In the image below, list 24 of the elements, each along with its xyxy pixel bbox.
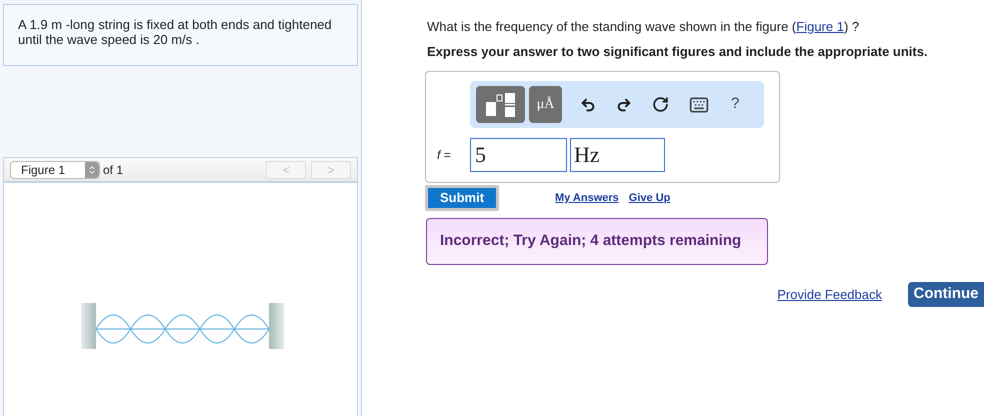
my-answers-link[interactable]: My Answers: [555, 190, 619, 206]
provide-feedback-link[interactable]: Provide Feedback: [777, 284, 882, 304]
question-text: What is the frequency of the standing wave shown in the figure (Figure 1) ?: [427, 18, 860, 36]
reset-icon[interactable]: [652, 96, 669, 113]
give-up-link[interactable]: Give Up: [628, 190, 670, 206]
problem-text: A 1.9 m -long string is fixed at both ends and tightened until the wave speed is 20 m/s .: [18, 17, 333, 47]
figure-select[interactable]: Figure 1: [10, 160, 100, 178]
answer-label: f =: [437, 147, 452, 164]
instruction-text: Express your answer to two significant figures and include the appropriate units.: [427, 43, 929, 61]
dropdown-icon: [87, 164, 97, 174]
redo-icon[interactable]: [616, 96, 632, 112]
undo-icon[interactable]: [580, 96, 596, 112]
feedback-message: Incorrect; Try Again; 4 attempts remaining: [426, 218, 768, 265]
keyboard-icon[interactable]: [689, 94, 709, 114]
units-button[interactable]: μÅ: [529, 86, 562, 123]
continue-button[interactable]: Continue: [908, 282, 984, 307]
help-button[interactable]: ?: [731, 93, 740, 116]
unit-field[interactable]: Hz: [570, 138, 665, 172]
templates-button[interactable]: [476, 86, 525, 123]
value-field[interactable]: 5: [470, 138, 567, 172]
fraction-template-icon: [484, 92, 516, 118]
submit-button[interactable]: Submit: [425, 185, 499, 211]
figure-count: of 1: [103, 162, 124, 178]
figure-link[interactable]: Figure 1: [796, 19, 844, 34]
